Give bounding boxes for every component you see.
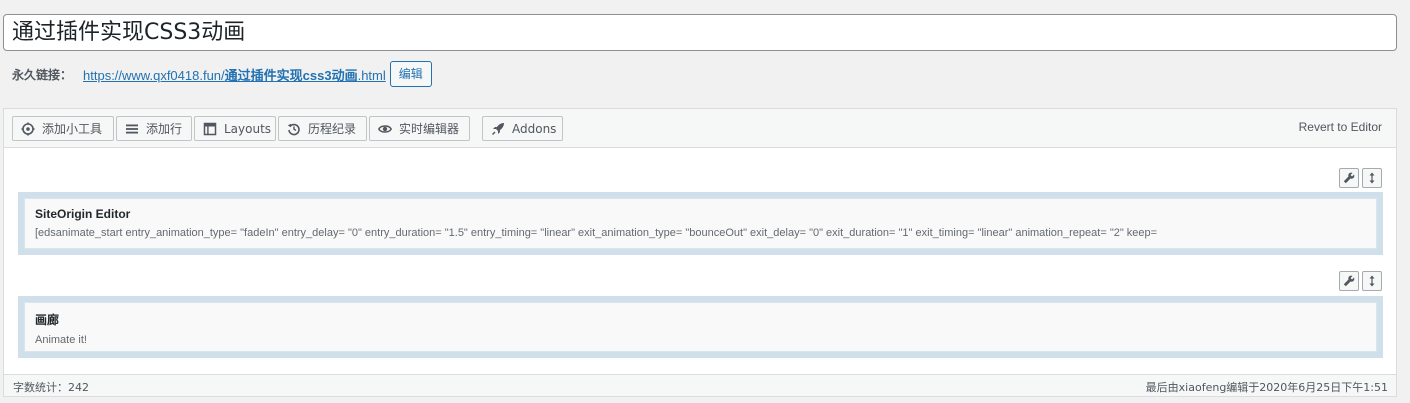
permalink-slug: 通过插件实现css3动画 xyxy=(224,67,358,83)
gear-icon xyxy=(21,122,35,136)
page-builder-panel: 添加小工具 添加行 Layouts 历程纪录 实时编辑器 Addons Reve… xyxy=(3,108,1397,397)
layouts-button[interactable]: Layouts xyxy=(194,116,276,141)
add-row-button[interactable]: 添加行 xyxy=(116,116,192,141)
builder-toolbar: 添加小工具 添加行 Layouts 历程纪录 实时编辑器 Addons Reve… xyxy=(4,109,1396,148)
add-widget-label: 添加小工具 xyxy=(42,122,103,136)
word-count: 字数统计：242 xyxy=(13,381,89,394)
add-row-label: 添加行 xyxy=(146,122,183,136)
rocket-icon xyxy=(491,122,505,136)
addons-label: Addons xyxy=(512,121,557,136)
permalink-link[interactable]: https://www.qxf0418.fun/通过插件实现css3动画.htm… xyxy=(83,65,386,84)
row-2-actions xyxy=(1339,271,1382,291)
eye-icon xyxy=(378,122,392,136)
move-handle-icon[interactable] xyxy=(1362,168,1382,188)
permalink-suffix: .html xyxy=(357,67,386,83)
row-1-actions xyxy=(1339,168,1382,188)
edit-permalink-button[interactable]: 编辑 xyxy=(389,61,432,87)
permalink-bar: 永久链接： https://www.qxf0418.fun/通过插件实现css3… xyxy=(12,61,432,87)
revert-to-editor-link[interactable]: Revert to Editor xyxy=(1299,120,1382,134)
add-widget-button[interactable]: 添加小工具 xyxy=(12,116,114,141)
widget-title: SiteOrigin Editor xyxy=(35,207,131,221)
status-bar: 字数统计：242 最后由xiaofeng编辑于2020年6月25日下午1:51 xyxy=(4,374,1396,396)
history-icon xyxy=(287,122,301,136)
addons-button[interactable]: Addons xyxy=(482,116,563,141)
wrench-icon[interactable] xyxy=(1339,271,1359,291)
widget-description: Animate it! xyxy=(35,334,87,346)
last-modified: 最后由xiaofeng编辑于2020年6月25日下午1:51 xyxy=(1145,381,1388,394)
row-1-cell: SiteOrigin Editor [edsanimate_start entr… xyxy=(18,192,1383,255)
permalink-base-url: https://www.qxf0418.fun/ xyxy=(83,67,225,83)
widget-description: [edsanimate_start entry_animation_type= … xyxy=(35,227,1158,239)
row-2-cell: 画廊 Animate it! xyxy=(18,296,1383,358)
menu-lines-icon xyxy=(125,122,139,136)
siteorigin-editor-widget[interactable]: SiteOrigin Editor [edsanimate_start entr… xyxy=(24,198,1377,249)
live-editor-button[interactable]: 实时编辑器 xyxy=(369,116,470,141)
history-label: 历程纪录 xyxy=(308,122,357,136)
layouts-label: Layouts xyxy=(224,121,272,136)
live-editor-label: 实时编辑器 xyxy=(399,122,460,136)
layout-icon xyxy=(203,122,217,136)
gallery-widget[interactable]: 画廊 Animate it! xyxy=(24,302,1377,352)
widget-title: 画廊 xyxy=(35,313,60,327)
permalink-label: 永久链接： xyxy=(12,67,73,82)
move-handle-icon[interactable] xyxy=(1362,271,1382,291)
history-button[interactable]: 历程纪录 xyxy=(278,116,367,141)
wrench-icon[interactable] xyxy=(1339,168,1359,188)
post-title-input[interactable]: 通过插件实现CSS3动画 xyxy=(3,14,1397,51)
